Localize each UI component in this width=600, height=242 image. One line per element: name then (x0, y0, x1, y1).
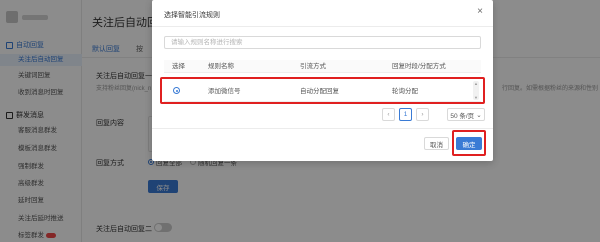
table-row[interactable]: 添加微信号 自动分配回复 轮询分配 ▲ ▼ (164, 80, 481, 102)
page-size-select[interactable]: 50 条/页 ⌄ (447, 108, 485, 121)
close-icon[interactable]: × (477, 7, 483, 17)
cell-rule-name: 添加微信号 (208, 88, 241, 95)
scroll-down-icon[interactable]: ▼ (474, 95, 478, 100)
confirm-button[interactable]: 确定 (456, 137, 482, 150)
prev-page-button[interactable]: ‹ (382, 108, 395, 121)
modal-title: 选择智能引流规则 (164, 12, 220, 19)
pagination: ‹ 1 › 50 条/页 ⌄ (382, 108, 485, 121)
row-radio-icon[interactable] (173, 87, 180, 94)
column-allocation: 回复时段/分配方式 (392, 63, 446, 70)
column-select: 选择 (172, 63, 185, 70)
cancel-button[interactable]: 取消 (424, 137, 449, 150)
column-rule-name: 规则名称 (208, 63, 234, 70)
rule-select-modal: 选择智能引流规则 × 选择 规则名称 引流方式 回复时段/分配方式 添加微信号 … (152, 0, 493, 161)
chevron-down-icon: ⌄ (476, 111, 482, 119)
cell-method: 自动分配回复 (300, 88, 339, 95)
cell-allocation: 轮询分配 (392, 88, 418, 95)
table-scrollbar[interactable]: ▲ ▼ (473, 81, 479, 100)
next-page-button[interactable]: › (416, 108, 429, 121)
column-method: 引流方式 (300, 63, 326, 70)
table-header: 选择 规则名称 引流方式 回复时段/分配方式 (164, 60, 481, 73)
page-1-button[interactable]: 1 (399, 108, 412, 121)
modal-header: 选择智能引流规则 × (152, 0, 493, 27)
rule-search-input[interactable] (164, 36, 481, 49)
scroll-up-icon[interactable]: ▲ (474, 81, 478, 86)
footer-divider (152, 128, 493, 129)
